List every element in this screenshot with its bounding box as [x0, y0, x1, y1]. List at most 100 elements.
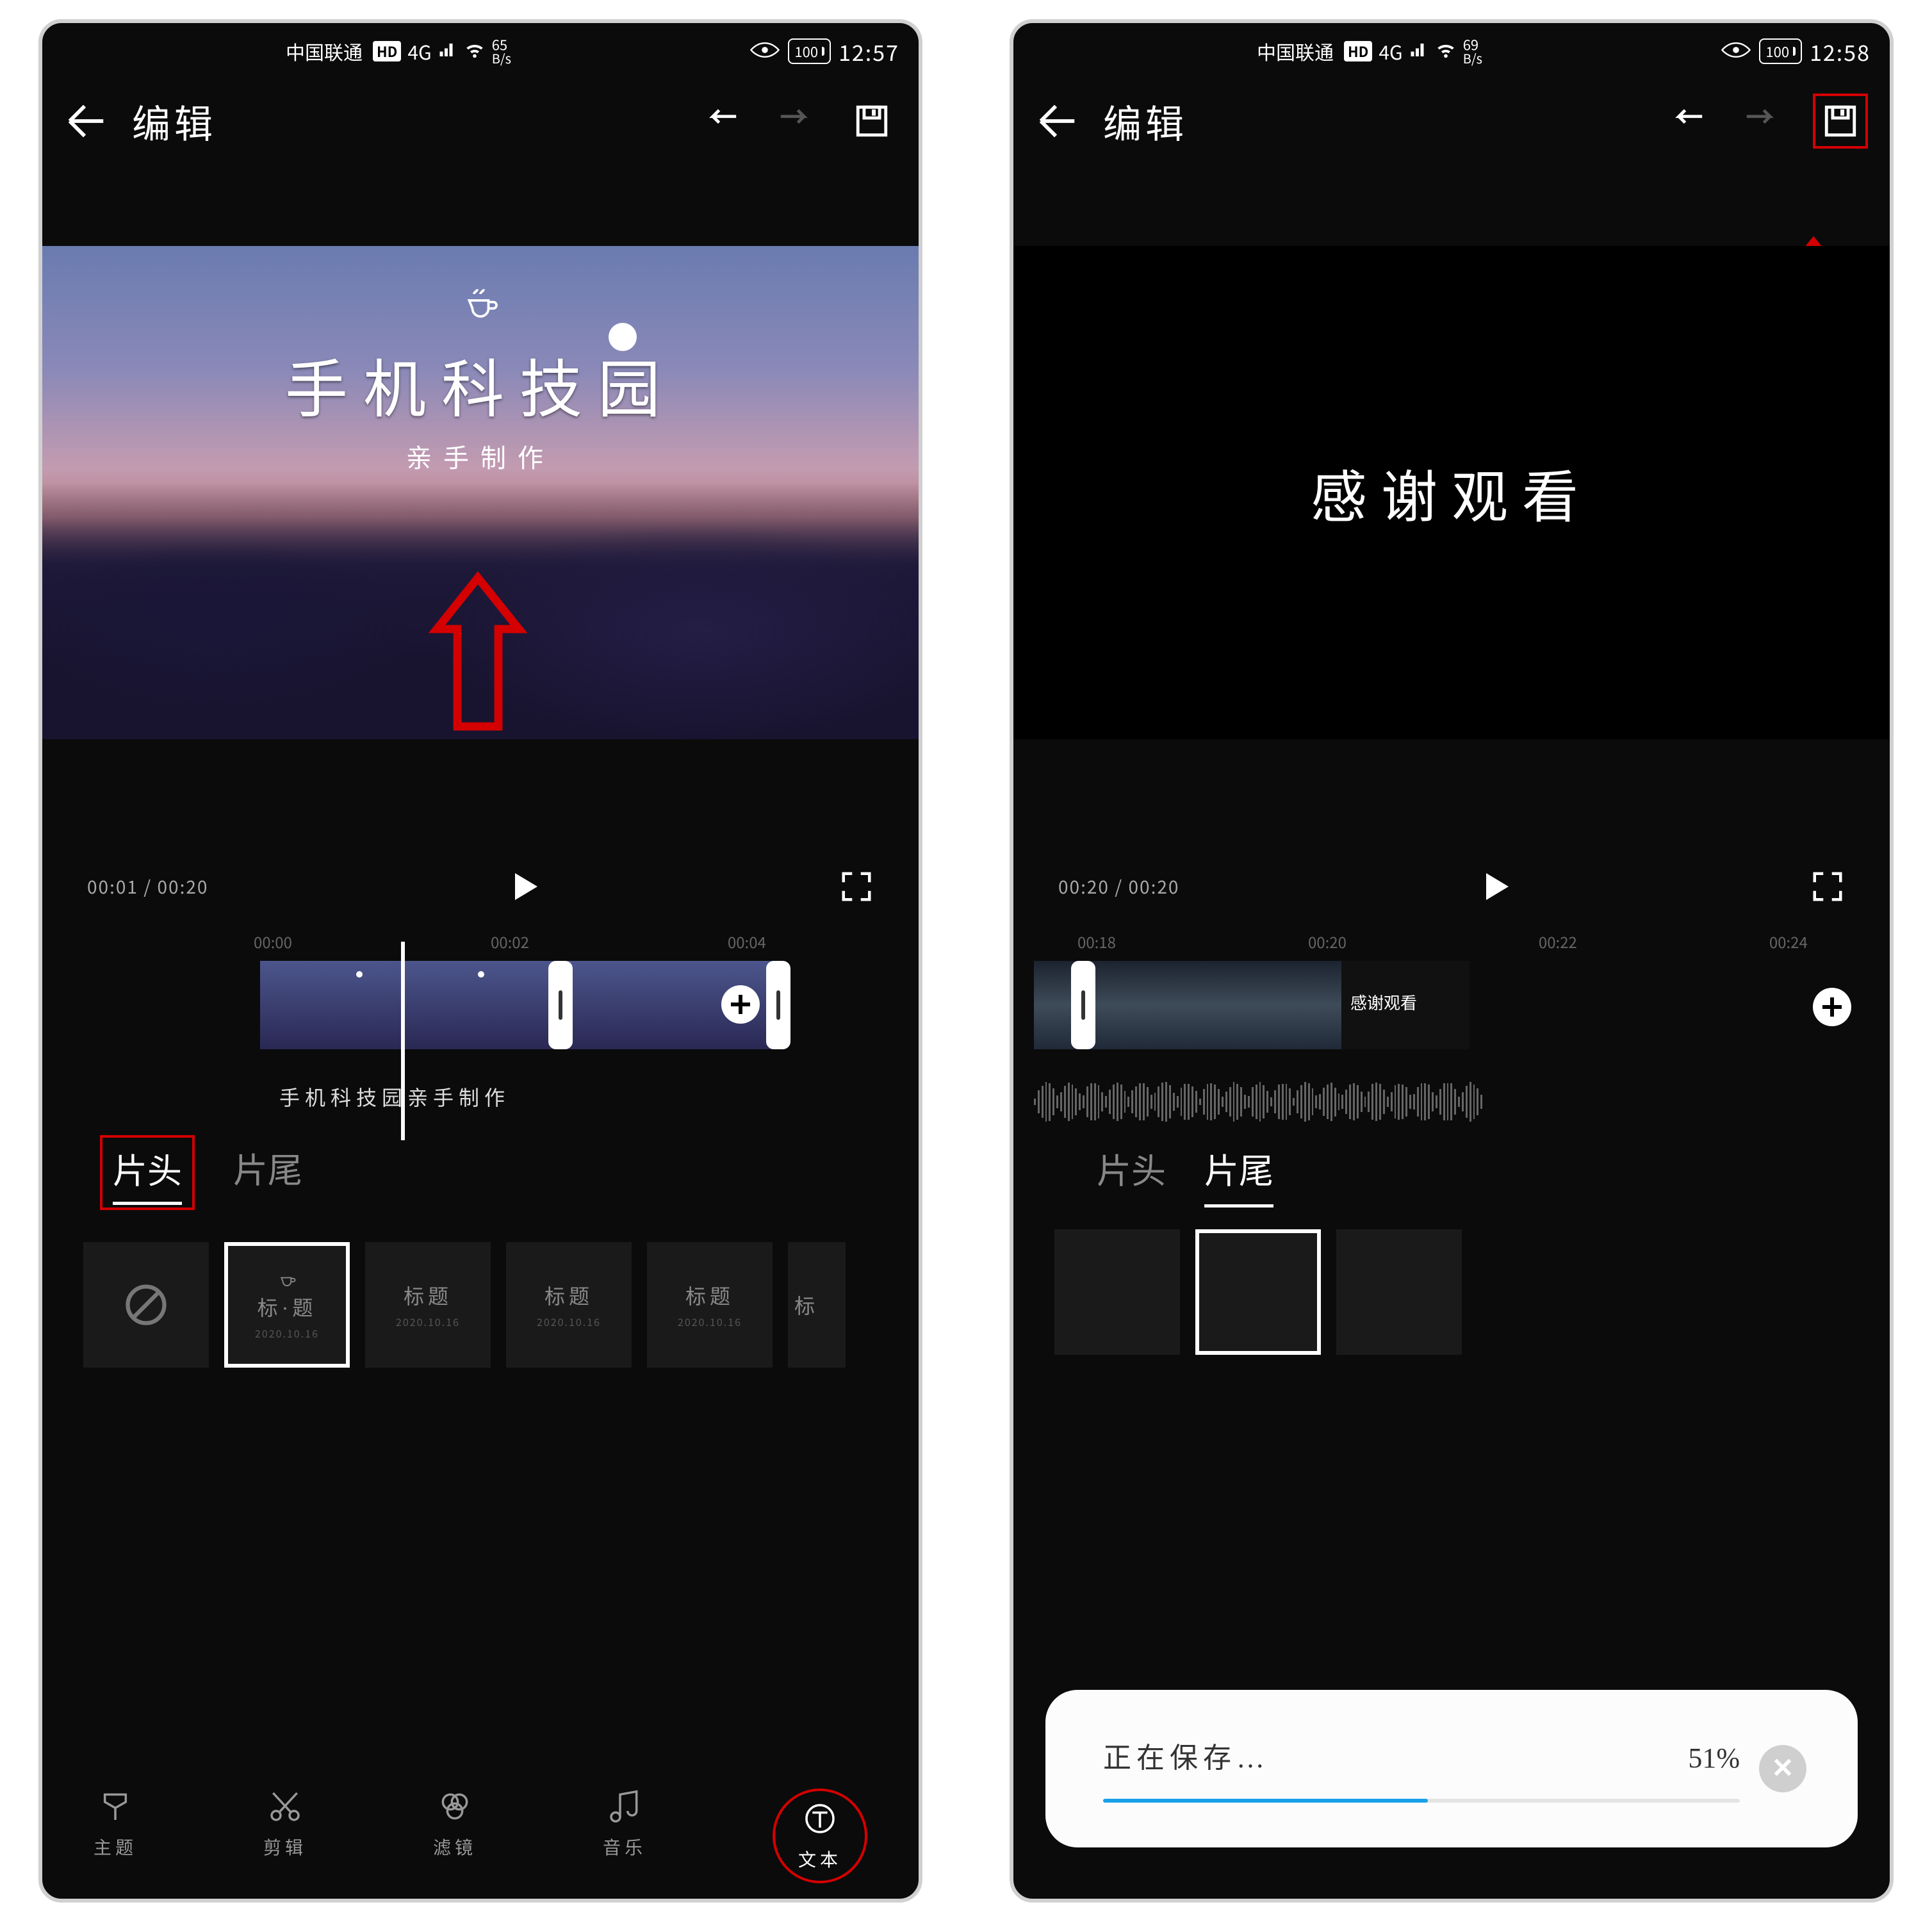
- timeline[interactable]: 感谢观看: [1013, 961, 1890, 1077]
- template-none[interactable]: [83, 1242, 209, 1368]
- saving-percent: 51%: [1688, 1742, 1740, 1774]
- cancel-save-button[interactable]: [1759, 1745, 1806, 1792]
- back-button[interactable]: [1035, 99, 1080, 143]
- clip-handle[interactable]: [766, 961, 790, 1049]
- wifi-icon: [1435, 37, 1457, 65]
- fullscreen-button[interactable]: [839, 869, 874, 904]
- page-title: 编辑: [1103, 94, 1188, 149]
- time-readout: 00:20 / 00:20: [1058, 874, 1179, 899]
- add-clip-button[interactable]: [1813, 988, 1851, 1026]
- redo-button[interactable]: [771, 96, 821, 146]
- carrier-label: 中国联通: [286, 37, 363, 65]
- progress-fill: [1103, 1799, 1428, 1803]
- preview-subtitle: 亲手制作: [406, 438, 555, 475]
- nav-filter[interactable]: 滤镜: [433, 1789, 477, 1883]
- template-item-selected[interactable]: 标·题 2020.10.16: [224, 1242, 350, 1368]
- brush-icon: [97, 1789, 133, 1828]
- timeline-clip[interactable]: 感谢观看: [1341, 961, 1469, 1049]
- template-item[interactable]: [1336, 1229, 1462, 1355]
- signal-icon: [1409, 37, 1429, 65]
- template-strip[interactable]: [1013, 1216, 1890, 1374]
- title-tabs: 片头 片尾: [42, 1116, 919, 1223]
- preview-title: 感谢观看: [1311, 452, 1592, 534]
- wifi-icon: [464, 37, 486, 65]
- music-icon: [607, 1789, 643, 1828]
- template-item[interactable]: 标题 2020.10.16: [647, 1242, 773, 1368]
- timeline-ruler: 00:18 00:20 00:22 00:24: [1013, 925, 1890, 957]
- title-bar: 编辑: [1013, 79, 1890, 163]
- preview-title: 手机科技园: [285, 339, 676, 430]
- nav-text-highlighted: 文本: [773, 1789, 867, 1883]
- tab-opening[interactable]: 片头: [100, 1135, 195, 1210]
- page-title: 编辑: [132, 94, 217, 149]
- phone-right: 中国联通 HD 4G 69 B/s 100 12:58: [1010, 19, 1894, 1903]
- fullscreen-button[interactable]: [1810, 869, 1845, 904]
- nav-text[interactable]: 文本: [798, 1801, 842, 1872]
- nav-cut[interactable]: 剪辑: [263, 1789, 307, 1883]
- battery-badge: 100: [1759, 38, 1802, 64]
- video-preview[interactable]: 感谢观看: [1013, 246, 1890, 739]
- title-bar: 编辑: [42, 79, 919, 163]
- video-preview[interactable]: 手机科技园 亲手制作: [42, 246, 919, 739]
- clip-handle[interactable]: [1071, 961, 1095, 1049]
- save-button-highlighted[interactable]: [1813, 94, 1868, 149]
- time-readout: 00:01 / 00:20: [87, 874, 208, 899]
- timeline-clip[interactable]: [382, 961, 503, 1049]
- play-button[interactable]: [1477, 869, 1513, 905]
- template-item[interactable]: 标题 2020.10.16: [506, 1242, 632, 1368]
- filter-icon: [437, 1789, 473, 1828]
- template-item-selected[interactable]: [1195, 1229, 1321, 1355]
- status-clock: 12:58: [1810, 36, 1871, 67]
- template-strip[interactable]: 标·题 2020.10.16 标题 2020.10.16 标题 2020.10.…: [42, 1223, 919, 1387]
- clip-thumb-text: 感谢观看: [1350, 990, 1417, 1014]
- title-tabs: 片头 片尾: [1013, 1124, 1890, 1216]
- net-speed: 65 B/s: [492, 37, 511, 65]
- status-clock: 12:57: [839, 36, 899, 67]
- close-icon: [1772, 1756, 1794, 1781]
- signal-icon: [438, 37, 457, 65]
- timeline-clip[interactable]: [260, 961, 382, 1049]
- network-label: 4G: [407, 37, 431, 65]
- battery-badge: 100: [788, 38, 831, 64]
- hd-badge: HD: [1344, 41, 1372, 61]
- add-clip-button[interactable]: [721, 985, 760, 1024]
- timeline-clip[interactable]: [1098, 961, 1220, 1049]
- play-button[interactable]: [506, 869, 542, 905]
- eye-icon: [1721, 37, 1751, 65]
- redo-button[interactable]: [1737, 96, 1787, 146]
- back-button[interactable]: [64, 99, 109, 143]
- undo-button[interactable]: [1662, 96, 1712, 146]
- cup-icon: [277, 1270, 297, 1292]
- nav-music[interactable]: 音乐: [603, 1789, 646, 1883]
- eye-icon: [749, 37, 780, 65]
- clip-handle[interactable]: [548, 961, 573, 1049]
- tab-ending[interactable]: 片尾: [1204, 1143, 1273, 1204]
- net-speed: 69 B/s: [1463, 37, 1482, 65]
- timeline[interactable]: [42, 961, 919, 1077]
- template-item[interactable]: 标题 2020.10.16: [365, 1242, 491, 1368]
- playhead[interactable]: [401, 942, 405, 1140]
- saving-dialog: 正在保存… 51%: [1045, 1690, 1858, 1847]
- timeline-ruler: 00:00 00:02 00:04: [42, 925, 919, 957]
- network-label: 4G: [1379, 37, 1402, 65]
- template-item[interactable]: 标: [788, 1242, 846, 1368]
- timeline-clip[interactable]: [1220, 961, 1341, 1049]
- bottom-nav: 主题 剪辑 滤镜 音乐 文本: [42, 1789, 919, 1883]
- progress-bar: [1103, 1799, 1740, 1803]
- nav-theme[interactable]: 主题: [94, 1789, 137, 1883]
- audio-waveform[interactable]: [1034, 1080, 1482, 1124]
- carrier-label: 中国联通: [1257, 37, 1334, 65]
- hd-badge: HD: [373, 41, 401, 61]
- saving-label: 正在保存…: [1103, 1735, 1270, 1776]
- timeline-caption: 手机科技园亲手制作: [279, 1077, 919, 1116]
- playback-row: 00:20 / 00:20: [1013, 848, 1890, 925]
- template-item[interactable]: [1054, 1229, 1180, 1355]
- cup-icon: [461, 284, 500, 326]
- timeline-clip[interactable]: [625, 961, 708, 1049]
- undo-button[interactable]: [696, 96, 746, 146]
- phone-left: 中国联通 HD 4G 65 B/s 100 12:57: [38, 19, 922, 1903]
- tab-opening[interactable]: 片头: [1097, 1143, 1166, 1204]
- save-button[interactable]: [847, 96, 897, 146]
- status-bar: 中国联通 HD 4G 69 B/s 100 12:58: [1013, 23, 1890, 79]
- tab-ending[interactable]: 片尾: [233, 1142, 302, 1203]
